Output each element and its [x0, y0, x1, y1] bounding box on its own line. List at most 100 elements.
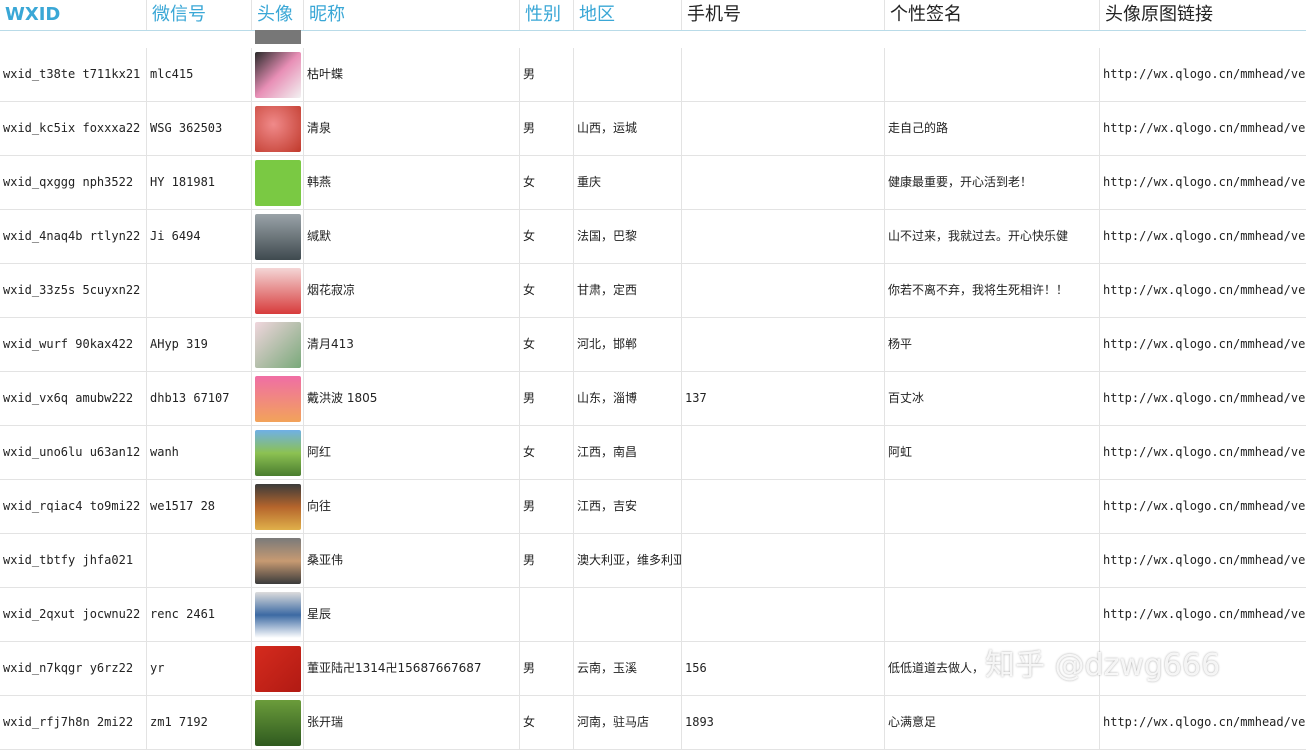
- cell-phone: [682, 210, 885, 263]
- avatar[interactable]: [255, 484, 301, 530]
- cell-signature: 山不过来，我就过去。开心快乐健: [885, 210, 1100, 263]
- watermark: 知乎 @dzwg666: [985, 648, 1221, 683]
- cell-wechat-id: zm1 7192: [147, 696, 252, 749]
- cell-nickname: 清泉: [304, 102, 520, 155]
- cell-wechat-id: mlc415: [147, 48, 252, 101]
- cell-gender: 男: [520, 642, 574, 695]
- avatar[interactable]: [255, 52, 301, 98]
- cell-gender: 女: [520, 264, 574, 317]
- cell-signature: 你若不离不弃，我将生死相许！！: [885, 264, 1100, 317]
- cell-nickname: 阿红: [304, 426, 520, 479]
- cell-wechat-id: wanh: [147, 426, 252, 479]
- cell-signature: 杨平: [885, 318, 1100, 371]
- cell-avatar-url: http://wx.qlogo.cn/mmhead/ver: [1103, 445, 1306, 459]
- table-row[interactable]: wxid_kc5ix foxxxa22 WSG 362503 清泉男山西，运城 走自己…: [0, 102, 1306, 156]
- cell-avatar-url: http://wx.qlogo.cn/mmhead/ver: [1103, 67, 1306, 81]
- cell-phone: 137: [682, 372, 885, 425]
- avatar[interactable]: [255, 430, 301, 476]
- table-row[interactable]: wxid_uno6lu u63an12 wanh 阿红女江西，南昌 阿虹 http://…: [0, 426, 1306, 480]
- cell-phone: [682, 156, 885, 209]
- cell-gender: 男: [520, 102, 574, 155]
- col-header-phone[interactable]: 手机号: [682, 0, 885, 30]
- table-row[interactable]: wxid_4naq4b rtlyn22 Ji 6494 缄默女法国，巴黎 山不过来，我…: [0, 210, 1306, 264]
- cell-signature: [885, 534, 1100, 587]
- cell-wxid: wxid_uno6lu u63an12: [0, 426, 147, 479]
- cell-phone: [682, 318, 885, 371]
- cell-phone: [682, 426, 885, 479]
- cell-nickname: 枯叶蝶: [304, 48, 520, 101]
- cell-wxid: wxid_vx6q amubw222: [0, 372, 147, 425]
- avatar[interactable]: [255, 376, 301, 422]
- avatar[interactable]: [255, 214, 301, 260]
- col-header-nickname[interactable]: 昵称: [304, 0, 520, 30]
- avatar[interactable]: [255, 268, 301, 314]
- cell-gender: 男: [520, 534, 574, 587]
- table-row[interactable]: wxid_rqiac4 to9mi22 we1517 28 向往男江西，吉安 http…: [0, 480, 1306, 534]
- cell-region: 山东，淄博: [574, 372, 682, 425]
- cell-wxid: wxid_4naq4b rtlyn22: [0, 210, 147, 263]
- cell-signature: [885, 48, 1100, 101]
- cell-nickname: 董亚陆卍1314卍15687667687: [304, 642, 520, 695]
- avatar[interactable]: [255, 322, 301, 368]
- cell-avatar-url: http://wx.qlogo.cn/mmhead/ver: [1103, 499, 1306, 513]
- cell-wxid: wxid_t38te t711kx21: [0, 48, 147, 101]
- cell-phone: 156: [682, 642, 885, 695]
- cell-wxid: wxid_n7kqgr y6rz22: [0, 642, 147, 695]
- cell-region: 甘肃，定西: [574, 264, 682, 317]
- cell-wechat-id: yr: [147, 642, 252, 695]
- cell-avatar-url: http://wx.qlogo.cn/mmhead/ver: [1103, 229, 1306, 243]
- avatar[interactable]: [255, 160, 301, 206]
- cell-signature: 健康最重要，开心活到老！: [885, 156, 1100, 209]
- cell-avatar-url: http://wx.qlogo.cn/mmhead/ver: [1103, 715, 1306, 729]
- cell-region: 云南，玉溪: [574, 642, 682, 695]
- col-header-wechat-id[interactable]: 微信号: [147, 0, 252, 30]
- cell-region: 河南，驻马店: [574, 696, 682, 749]
- table-row[interactable]: wxid_33z5s 5cuyxn22 烟花寂凉女甘肃，定西 你若不离不弃，我将生死…: [0, 264, 1306, 318]
- table-row[interactable]: wxid_rfj7h8n 2mi22 zm1 7192 张开瑞女河南，驻马店 1893…: [0, 696, 1306, 750]
- cell-nickname: 向往: [304, 480, 520, 533]
- cell-region: [574, 48, 682, 101]
- cell-gender: 男: [520, 48, 574, 101]
- cell-phone: [682, 588, 885, 641]
- col-header-signature[interactable]: 个性签名: [885, 0, 1100, 30]
- cell-phone: [682, 480, 885, 533]
- cell-region: 江西，吉安: [574, 480, 682, 533]
- cell-signature: 阿虹: [885, 426, 1100, 479]
- cell-gender: 女: [520, 318, 574, 371]
- cell-wechat-id: HY 181981: [147, 156, 252, 209]
- cell-gender: 男: [520, 372, 574, 425]
- cell-avatar-url: http://wx.qlogo.cn/mmhead/ver: [1103, 121, 1306, 135]
- cell-wechat-id: AHyp 319: [147, 318, 252, 371]
- col-header-wxid[interactable]: WXID: [0, 0, 147, 30]
- col-header-gender[interactable]: 性别: [520, 0, 574, 30]
- cell-nickname: 烟花寂凉: [304, 264, 520, 317]
- avatar[interactable]: [255, 646, 301, 692]
- cell-nickname: 桑亚伟: [304, 534, 520, 587]
- avatar[interactable]: [255, 106, 301, 152]
- col-header-avatar-url[interactable]: 头像原图链接: [1100, 0, 1306, 30]
- cell-gender: [520, 588, 574, 641]
- cell-phone: [682, 534, 885, 587]
- cell-avatar-url: http://wx.qlogo.cn/mmhead/ver: [1103, 391, 1306, 405]
- cell-nickname: 韩燕: [304, 156, 520, 209]
- table-row[interactable]: wxid_2qxut jocwnu22 renc 2461 星辰 http://wx.…: [0, 588, 1306, 642]
- cell-wxid: wxid_2qxut jocwnu22: [0, 588, 147, 641]
- avatar[interactable]: [255, 592, 301, 638]
- avatar[interactable]: [255, 538, 301, 584]
- table-row[interactable]: wxid_qxggg nph3522 HY 181981 韩燕女重庆 健康最重要，开心…: [0, 156, 1306, 210]
- cell-wechat-id: [147, 264, 252, 317]
- col-header-avatar[interactable]: 头像: [252, 0, 304, 30]
- cell-nickname: 清月413: [304, 318, 520, 371]
- cell-region: 法国，巴黎: [574, 210, 682, 263]
- avatar-partial: [255, 30, 301, 44]
- cell-avatar-url: http://wx.qlogo.cn/mmhead/ver: [1103, 607, 1306, 621]
- col-header-region[interactable]: 地区: [574, 0, 682, 30]
- table-row[interactable]: wxid_vx6q amubw222 dhb13 67107 戴洪波 1805 男山东…: [0, 372, 1306, 426]
- table-row[interactable]: wxid_t38te t711kx21 mlc415 枯叶蝶男 http://wx.q…: [0, 48, 1306, 102]
- cell-nickname: 戴洪波 1805: [304, 372, 520, 425]
- cell-wechat-id: Ji 6494: [147, 210, 252, 263]
- cell-wechat-id: [147, 534, 252, 587]
- avatar[interactable]: [255, 700, 301, 746]
- table-row[interactable]: wxid_tbtfy jhfa021 桑亚伟男澳大利亚，维多利亚，墨尔本 http:…: [0, 534, 1306, 588]
- table-row[interactable]: wxid_wurf 90kax422 AHyp 319 清月413 女河北，邯郸 杨平 h…: [0, 318, 1306, 372]
